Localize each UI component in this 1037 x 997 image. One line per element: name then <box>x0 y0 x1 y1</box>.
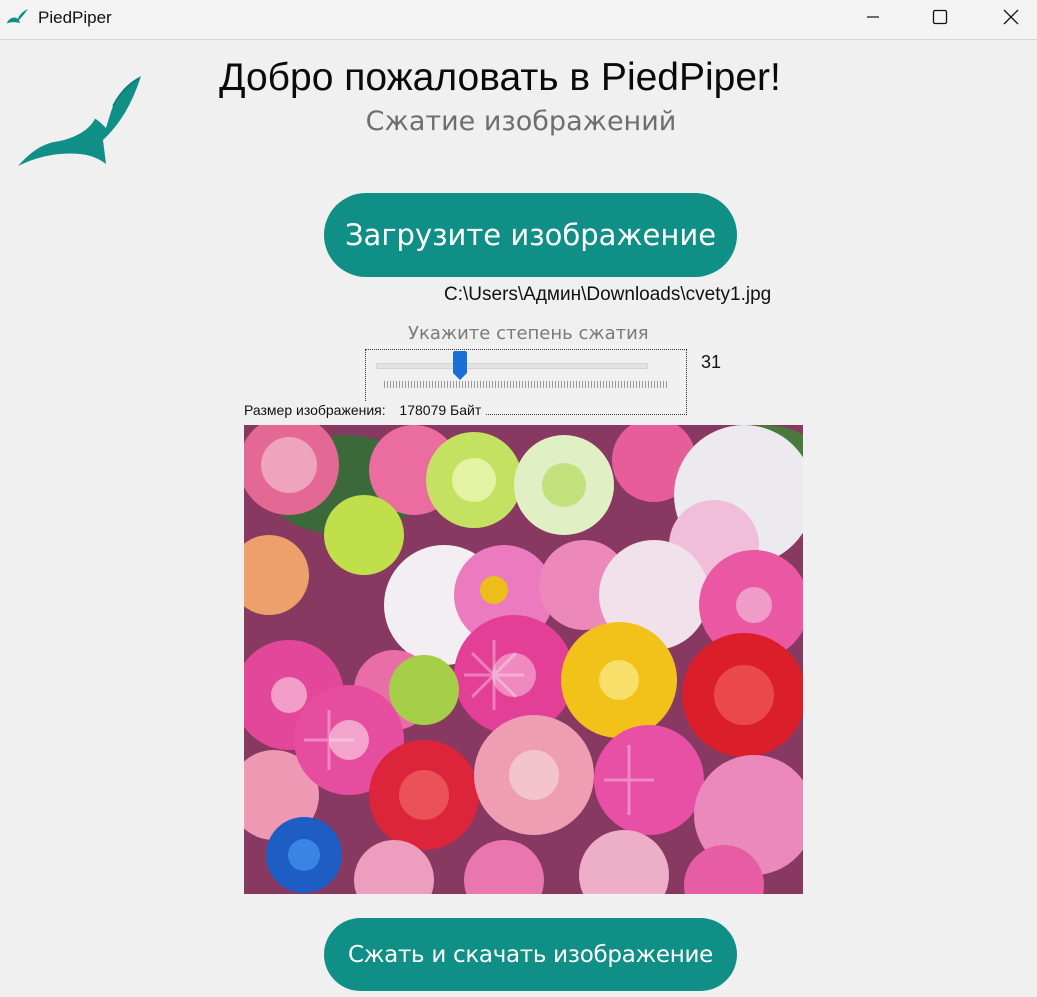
image-preview <box>244 425 803 894</box>
image-size-label: Размер изображения: <box>244 402 386 418</box>
maximize-button[interactable] <box>905 0 975 34</box>
slider-thumb[interactable] <box>451 351 469 381</box>
compression-value: 31 <box>701 352 722 372</box>
minimize-button[interactable] <box>838 0 908 34</box>
title-bar: PiedPiper <box>0 0 1037 40</box>
subtitle: Сжатие изображений <box>365 106 677 137</box>
slider-ticks <box>384 381 669 388</box>
slider-track[interactable] <box>376 363 648 369</box>
feather-icon <box>6 8 30 28</box>
file-path-label: C:\Users\Админ\Downloads\cvety1.jpg <box>444 284 772 305</box>
minimize-icon <box>866 10 880 24</box>
image-size-row: Размер изображения: 178079 Байт <box>244 402 486 418</box>
maximize-icon <box>932 9 948 25</box>
image-size-value: 178079 Байт <box>399 402 482 418</box>
close-button[interactable] <box>976 0 1037 34</box>
flower-photo <box>244 425 803 894</box>
window-title: PiedPiper <box>38 8 112 27</box>
welcome-heading: Добро пожаловать в PiedPiper! <box>219 56 781 99</box>
compress-download-button[interactable]: Сжать и скачать изображение <box>324 918 737 991</box>
close-icon <box>1003 9 1019 25</box>
upload-image-button[interactable]: Загрузите изображение <box>324 193 737 277</box>
compression-label: Укажите степень сжатия <box>408 323 649 344</box>
